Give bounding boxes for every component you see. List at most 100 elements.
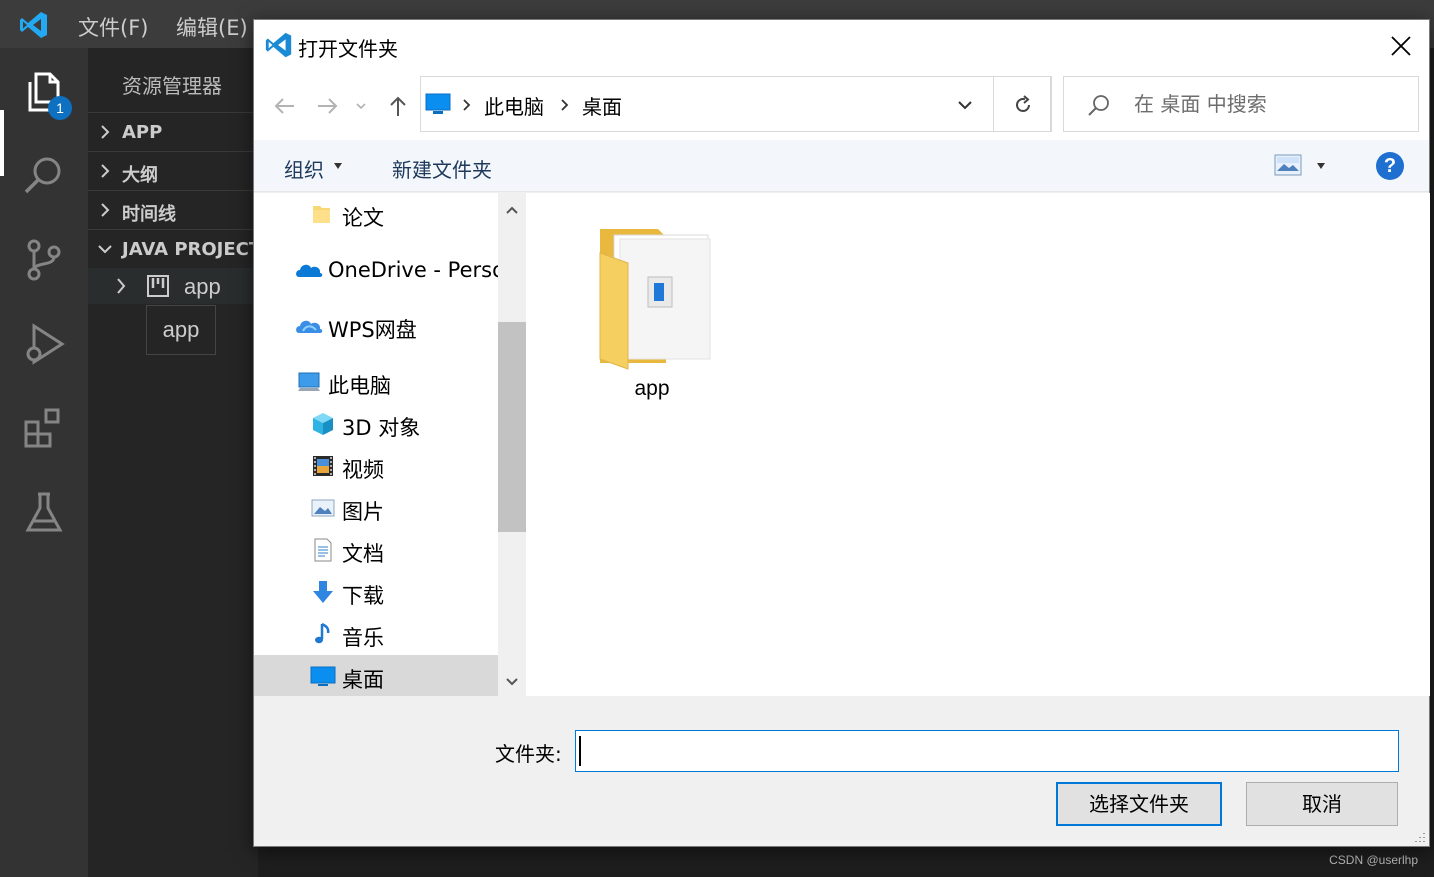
search-icon (1088, 95, 1109, 116)
section-label: 时间线 (122, 204, 176, 225)
back-arrow-icon[interactable] (270, 92, 298, 120)
recent-chevron-down-icon[interactable] (354, 92, 368, 120)
chevron-right-icon (101, 203, 110, 217)
address-dropdown-chevron-icon[interactable] (957, 97, 973, 113)
cancel-button[interactable]: 取消 (1246, 782, 1398, 826)
nav-item-3d-objects[interactable]: 3D 对象 (254, 403, 498, 445)
section-label: APP (122, 122, 163, 143)
3d-objects-icon (313, 413, 333, 435)
vscode-logo-icon (265, 32, 292, 58)
chevron-right-icon (101, 125, 110, 139)
nav-item-label: WPS网盘 (328, 318, 417, 342)
breadcrumb-this-pc[interactable]: 此电脑 (484, 91, 544, 120)
scroll-down-icon[interactable] (505, 677, 519, 687)
testing-flask-icon[interactable] (20, 488, 68, 536)
editor-area: CSDN @userlhp (258, 846, 1434, 877)
select-folder-button[interactable]: 选择文件夹 (1056, 782, 1222, 826)
refresh-button[interactable] (993, 76, 1051, 132)
folder-name-input[interactable] (575, 730, 1399, 772)
view-dropdown-arrow-icon[interactable] (1317, 163, 1325, 169)
file-list: app (526, 193, 1430, 696)
dialog-title: 打开文件夹 (298, 37, 398, 61)
nav-item-label: OneDrive - Personal (328, 258, 498, 282)
dropdown-arrow-icon[interactable] (334, 163, 342, 169)
command-bar: 组织 新建文件夹 ? (254, 140, 1429, 192)
tooltip: app (146, 305, 216, 355)
help-button[interactable]: ? (1376, 152, 1404, 180)
breadcrumb-desktop[interactable]: 桌面 (582, 91, 622, 120)
section-app[interactable]: APP (88, 112, 258, 150)
menu-file[interactable]: 文件(F) (78, 12, 148, 42)
nav-item-music[interactable]: 音乐 (254, 613, 498, 655)
section-java-projects[interactable]: JAVA PROJECTS (88, 229, 258, 267)
dialog-titlebar: 打开文件夹 (254, 20, 1429, 72)
search-input[interactable] (1134, 89, 1404, 119)
navigation-scrollbar[interactable] (498, 193, 526, 696)
section-label: 大纲 (122, 165, 158, 186)
forward-arrow-icon[interactable] (314, 92, 342, 120)
nav-item-onedrive[interactable]: OneDrive - Personal (254, 249, 498, 291)
wps-cloud-icon (296, 320, 323, 333)
address-bar[interactable]: 此电脑 桌面 (420, 76, 1052, 132)
text-caret (579, 736, 581, 766)
run-debug-icon[interactable] (20, 320, 68, 368)
up-arrow-icon[interactable] (384, 92, 412, 120)
nav-item-videos[interactable]: 视频 (254, 445, 498, 487)
active-indicator (0, 110, 4, 176)
nav-item-wps-drive[interactable]: WPS网盘 (254, 305, 498, 347)
nav-item-label: 音乐 (342, 626, 384, 650)
vscode-logo-icon (20, 12, 47, 38)
section-outline[interactable]: 大纲 (88, 151, 258, 189)
folder-item-app[interactable]: app (586, 215, 716, 415)
nav-item-label: 此电脑 (328, 374, 391, 398)
watermark: CSDN @userlhp (1329, 853, 1418, 867)
section-timeline[interactable]: 时间线 (88, 190, 258, 228)
chevron-down-icon (98, 245, 112, 254)
nav-item-label: 视频 (342, 458, 384, 482)
nav-item-documents[interactable]: 文档 (254, 529, 498, 571)
breadcrumb-separator-icon[interactable] (559, 97, 571, 113)
nav-item-desktop[interactable]: 桌面 (254, 655, 498, 696)
this-pc-icon (298, 372, 320, 391)
scrollbar-thumb[interactable] (498, 322, 526, 532)
video-icon (313, 456, 333, 476)
extensions-icon[interactable] (20, 404, 68, 452)
tree-item-label: app (184, 274, 221, 299)
navigation-bar: 此电脑 桌面 (254, 72, 1429, 140)
folder-item-label: app (634, 377, 670, 400)
chevron-right-icon (117, 278, 126, 294)
explorer-title: 资源管理器 (122, 74, 222, 98)
search-box[interactable] (1063, 76, 1419, 132)
navigation-pane: 论文 OneDrive - Personal WPS网盘 此电脑 3D 对象 视… (254, 193, 498, 696)
desktop-icon (310, 666, 336, 686)
breadcrumb-separator-icon[interactable] (461, 97, 473, 113)
folder-icon (599, 229, 711, 370)
activity-bar: 1 (0, 48, 88, 877)
nav-item-pictures[interactable]: 图片 (254, 487, 498, 529)
close-icon[interactable] (1389, 34, 1413, 58)
chevron-right-icon (101, 164, 110, 178)
folder-icon (313, 206, 330, 223)
change-view-icon[interactable] (1274, 154, 1302, 176)
nav-item-label: 论文 (342, 206, 384, 230)
pictures-icon (311, 499, 335, 517)
explorer-sidebar: 资源管理器 APP 大纲 时间线 JAVA PROJECTS app (88, 48, 258, 877)
nav-item-this-pc[interactable]: 此电脑 (254, 361, 498, 403)
scroll-up-icon[interactable] (505, 205, 519, 215)
source-control-icon[interactable] (20, 236, 68, 284)
nav-item-thesis[interactable]: 论文 (254, 193, 498, 235)
tree-item-app[interactable]: app (88, 268, 258, 304)
nav-item-label: 图片 (342, 500, 384, 524)
download-icon (313, 581, 333, 603)
resize-grip-icon[interactable] (1414, 831, 1426, 843)
new-folder-button[interactable]: 新建文件夹 (392, 154, 492, 183)
open-folder-dialog: 打开文件夹 此电脑 桌面 组织 新建文件夹 ? (253, 19, 1430, 847)
nav-item-label: 桌面 (342, 668, 384, 692)
documents-icon (314, 538, 332, 562)
onedrive-cloud-icon (296, 264, 323, 277)
nav-item-label: 文档 (342, 542, 384, 566)
search-icon[interactable] (20, 152, 68, 200)
nav-item-downloads[interactable]: 下载 (254, 571, 498, 613)
organize-menu[interactable]: 组织 (284, 154, 324, 183)
menu-edit[interactable]: 编辑(E) (176, 12, 248, 42)
